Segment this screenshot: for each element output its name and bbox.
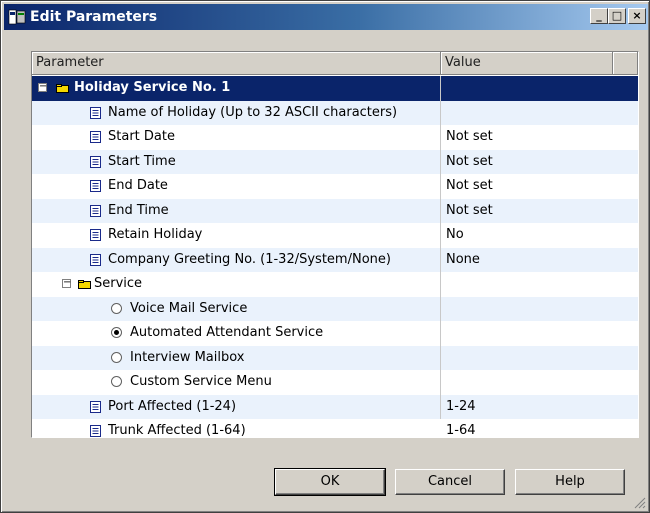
parameter-doc-icon [90, 106, 101, 119]
value-cell[interactable]: Not set [441, 199, 637, 224]
value-cell[interactable]: None [441, 248, 637, 273]
maximize-button[interactable]: □ [608, 8, 626, 24]
parameter-label: End Time [108, 202, 169, 218]
parameter-doc-icon [90, 155, 101, 168]
tree-rows: − Holiday Service No. 1 Name of Holiday (U… [32, 76, 638, 438]
help-button[interactable]: Help [515, 469, 625, 495]
table-header: Parameter Value [32, 52, 638, 75]
parameter-cell: End Time [32, 199, 440, 224]
radio-button[interactable] [111, 351, 122, 363]
tree-folder-row[interactable]: − Service [32, 272, 638, 297]
value-cell[interactable]: Not set [441, 174, 637, 199]
parameter-doc-icon [90, 400, 101, 413]
value-cell[interactable]: 1-24 [441, 395, 637, 420]
column-header-filler [613, 52, 638, 75]
parameter-cell: Start Time [32, 150, 440, 175]
parameter-cell: Automated Attendant Service [32, 321, 440, 346]
value-cell[interactable] [441, 370, 637, 395]
value-cell[interactable] [441, 272, 637, 297]
parameter-doc-icon [90, 253, 101, 266]
cancel-button[interactable]: Cancel [395, 469, 505, 495]
parameter-cell: Custom Service Menu [32, 370, 440, 395]
parameter-label: Company Greeting No. (1-32/System/None) [108, 251, 391, 267]
parameter-label: End Date [108, 178, 168, 193]
minimize-button[interactable]: _ [590, 8, 608, 24]
parameter-cell: Port Affected (1-24) [32, 395, 440, 420]
parameter-label: Start Time [108, 153, 176, 169]
column-divider [440, 76, 441, 419]
tree-row[interactable]: Start Time Not set [32, 149, 638, 175]
parameter-cell: − Holiday Service No. 1 [32, 76, 440, 101]
title-bar[interactable]: Edit Parameters _ □ × [4, 4, 648, 30]
radio-option-row[interactable]: Interview Mailbox [32, 345, 638, 371]
radio-option-row[interactable]: Automated Attendant Service [32, 321, 638, 346]
tree-row[interactable]: End Date Not set [32, 174, 638, 199]
parameter-label: Service [94, 276, 143, 291]
parameter-cell: End Date [32, 174, 440, 199]
folder-icon [78, 280, 91, 289]
parameter-cell: Trunk Affected (1-64) [32, 419, 440, 438]
parameter-doc-icon [90, 180, 101, 192]
close-button[interactable]: × [628, 8, 646, 24]
value-cell[interactable]: Not set [441, 150, 637, 175]
folder-icon [56, 84, 69, 93]
radio-button-checked[interactable] [111, 327, 122, 338]
tree-row[interactable]: End Time Not set [32, 198, 638, 224]
tree-folder-row[interactable]: − Holiday Service No. 1 [32, 76, 638, 101]
window-title: Edit Parameters [30, 9, 158, 25]
parameter-label: Name of Holiday (Up to 32 ASCII characte… [108, 104, 398, 120]
tree-row[interactable]: Start Date Not set [32, 125, 638, 150]
value-cell[interactable]: No [441, 223, 637, 248]
parameter-tree-table[interactable]: Parameter Value − Holiday Service No. 1 Na… [31, 51, 639, 438]
value-cell[interactable] [441, 346, 637, 371]
parameter-label: Port Affected (1-24) [108, 398, 237, 414]
collapse-toggle[interactable]: − [38, 82, 47, 92]
collapse-toggle[interactable]: − [62, 278, 71, 288]
value-cell[interactable]: 1-64 [441, 419, 637, 437]
parameter-cell: Interview Mailbox [32, 346, 440, 371]
value-cell[interactable] [441, 76, 637, 101]
parameter-label: Start Date [108, 129, 175, 144]
tree-row[interactable]: Port Affected (1-24) 1-24 [32, 394, 638, 420]
parameter-doc-icon [90, 131, 101, 143]
radio-option-row[interactable]: Custom Service Menu [32, 370, 638, 395]
tree-row[interactable]: Company Greeting No. (1-32/System/None) N… [32, 247, 638, 273]
tree-row[interactable]: Retain Holiday No [32, 223, 638, 248]
parameter-label: Holiday Service No. 1 [74, 80, 231, 95]
value-cell[interactable] [441, 321, 637, 346]
parameter-label: Automated Attendant Service [130, 325, 324, 340]
parameter-cell: Voice Mail Service [32, 297, 440, 322]
radio-option-row[interactable]: Voice Mail Service [32, 296, 638, 322]
parameter-cell: Retain Holiday [32, 223, 440, 248]
radio-button[interactable] [111, 302, 122, 314]
app-icon [8, 9, 26, 25]
parameter-doc-icon [90, 229, 101, 241]
value-cell[interactable] [441, 297, 637, 322]
value-cell[interactable]: Not set [441, 125, 637, 150]
value-cell[interactable] [441, 101, 637, 126]
parameter-label: Voice Mail Service [130, 300, 248, 316]
parameter-cell: Company Greeting No. (1-32/System/None) [32, 248, 440, 273]
column-header-value[interactable]: Value [441, 52, 613, 75]
parameter-label: Retain Holiday [108, 227, 203, 242]
parameter-cell: Name of Holiday (Up to 32 ASCII characte… [32, 101, 440, 126]
edit-parameters-window: Edit Parameters _ □ × Parameter Value − H… [0, 0, 650, 513]
ok-button[interactable]: OK [274, 468, 386, 496]
tree-row[interactable]: Trunk Affected (1-64) 1-64 [32, 419, 638, 438]
resize-grip-icon[interactable] [634, 497, 646, 509]
parameter-label: Trunk Affected (1-64) [108, 423, 246, 438]
parameter-cell: − Service [32, 272, 440, 297]
radio-button[interactable] [111, 376, 122, 387]
column-header-parameter[interactable]: Parameter [32, 52, 441, 75]
parameter-label: Interview Mailbox [130, 349, 245, 365]
parameter-doc-icon [90, 425, 101, 437]
parameter-cell: Start Date [32, 125, 440, 150]
tree-row[interactable]: Name of Holiday (Up to 32 ASCII characte… [32, 100, 638, 126]
parameter-doc-icon [90, 204, 101, 217]
parameter-label: Custom Service Menu [130, 374, 272, 389]
